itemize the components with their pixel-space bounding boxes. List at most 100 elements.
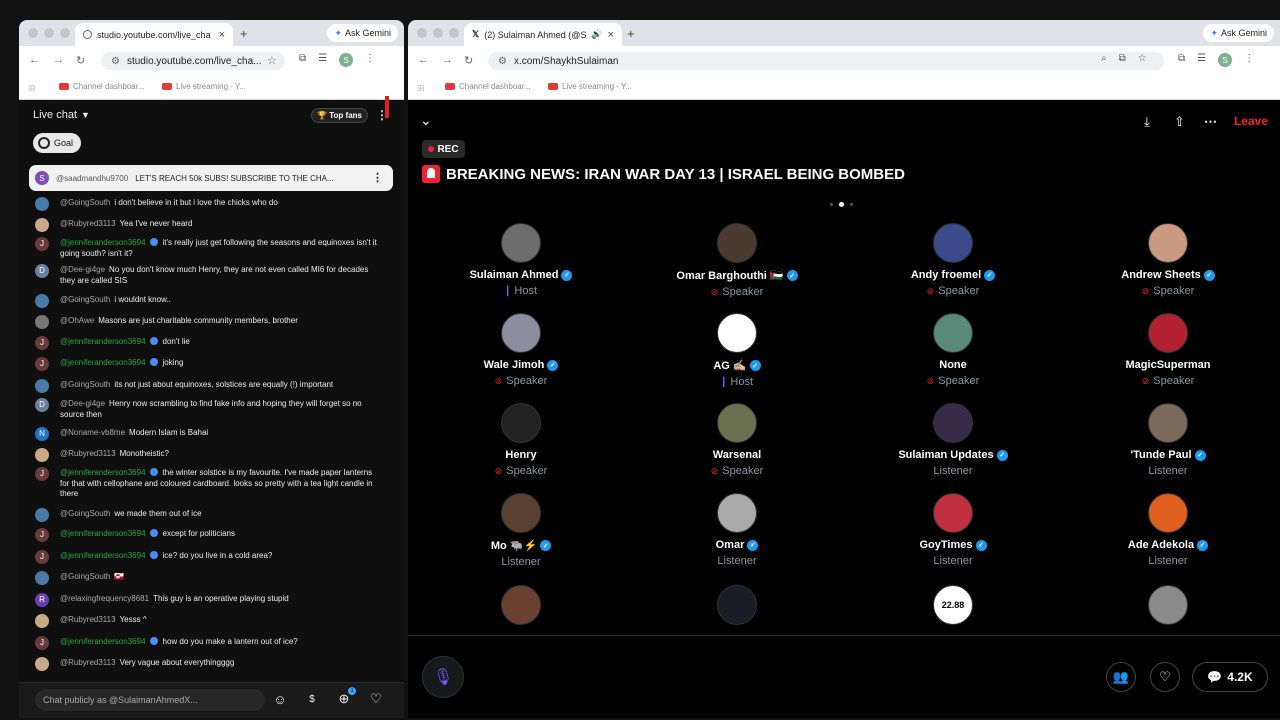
chat-message[interactable]: @Rubyred3113 Very vague about everythingg… bbox=[35, 657, 380, 671]
chat-message[interactable]: @GoingSouth i wouldnt know.. bbox=[35, 294, 380, 308]
install-icon[interactable]: ⧉ bbox=[1119, 53, 1126, 64]
participant[interactable]: Wale Jimoh ✓ ⊘ Speaker bbox=[421, 313, 621, 387]
pinned-menu-icon[interactable]: ⋮ bbox=[372, 171, 383, 184]
chat-mode-selector[interactable]: Live chat ▼ bbox=[33, 109, 90, 121]
chat-author[interactable]: @GoingSouth bbox=[60, 198, 110, 207]
chat-message[interactable]: @GoingSouth i don't believe in it but i l… bbox=[35, 197, 380, 211]
avatar[interactable] bbox=[1148, 585, 1188, 625]
more-options-icon[interactable]: ⋯ bbox=[1204, 114, 1217, 130]
reading-list-icon[interactable]: ☰ bbox=[318, 53, 327, 67]
emoji-icon[interactable]: ☺ bbox=[272, 691, 288, 707]
participant[interactable]: Warsenal ⊘ Speaker bbox=[637, 403, 837, 477]
participant[interactable]: Sulaiman Updates ✓ Listener bbox=[853, 403, 1053, 477]
chat-message[interactable]: @Rubyred3113 Yea I've never heard bbox=[35, 218, 380, 232]
chat-author[interactable]: @jenniferanderson3694 bbox=[60, 358, 146, 367]
chat-message[interactable]: @GoingSouth its not just about equinoxes,… bbox=[35, 379, 380, 393]
zoom-icon[interactable]: ⌕ bbox=[1101, 53, 1107, 64]
heart-icon[interactable]: ♡ bbox=[368, 691, 384, 707]
bookmark-live-streaming[interactable]: Live streaming - Y... bbox=[162, 82, 246, 91]
chat-message[interactable]: N @Noname-vb8me Modern Islam is Bahai bbox=[35, 427, 380, 441]
chat-author[interactable]: @jenniferanderson3694 bbox=[60, 337, 146, 346]
new-tab-icon[interactable]: + bbox=[240, 26, 248, 41]
chat-author[interactable]: @relaxingfrequency8681 bbox=[60, 594, 149, 603]
chat-message[interactable]: @GoingSouth 🇬🇱 bbox=[35, 571, 380, 585]
leave-button[interactable]: Leave bbox=[1234, 114, 1268, 128]
minimize-space-icon[interactable]: ⌄ bbox=[420, 112, 432, 129]
chat-input[interactable]: Chat publicly as @SulaimanAhmedX... bbox=[35, 689, 265, 711]
participant[interactable]: None ⊘ Speaker bbox=[853, 313, 1053, 387]
chat-author[interactable]: @GoingSouth bbox=[60, 509, 110, 518]
avatar[interactable]: 22.88 bbox=[933, 585, 973, 625]
menu-icon[interactable]: ⋮ bbox=[1244, 53, 1254, 67]
chat-author[interactable]: @jenniferanderson3694 bbox=[60, 551, 146, 560]
bookmark-channel-dashboard[interactable]: Channel dashboar... bbox=[59, 82, 145, 91]
cast-icon[interactable]: ⧉ bbox=[299, 53, 306, 67]
chat-author[interactable]: @Rubyred3113 bbox=[60, 658, 116, 667]
apps-icon[interactable]: ⊞ bbox=[417, 83, 425, 94]
chat-author[interactable]: @OhAwe bbox=[60, 316, 94, 325]
chat-message[interactable]: J @jenniferanderson3694 how do you make a … bbox=[35, 636, 380, 650]
back-icon[interactable]: ← bbox=[29, 54, 40, 66]
top-fans-button[interactable]: 🏆 Top fans bbox=[311, 108, 368, 123]
chat-message[interactable]: J @jenniferanderson3694 joking bbox=[35, 357, 380, 371]
close-tab-icon[interactable]: × bbox=[608, 29, 614, 41]
people-button[interactable]: 👥 bbox=[1106, 662, 1136, 692]
participant[interactable]: MagicSuperman ⊘ Speaker bbox=[1068, 313, 1268, 387]
window-controls[interactable] bbox=[28, 28, 70, 38]
avatar[interactable] bbox=[717, 585, 757, 625]
chat-author[interactable]: @jenniferanderson3694 bbox=[60, 468, 146, 477]
chat-message[interactable]: J @jenniferanderson3694 ice? do you live i… bbox=[35, 550, 380, 564]
chat-message[interactable]: @Rubyred3113 Monotheistic? bbox=[35, 448, 380, 462]
chat-message[interactable]: J @jenniferanderson3694 it's really just g… bbox=[35, 237, 380, 259]
reload-icon[interactable]: ↻ bbox=[76, 54, 85, 67]
profile-avatar[interactable]: S bbox=[1218, 53, 1233, 67]
forward-icon[interactable]: → bbox=[442, 54, 453, 66]
chat-message[interactable]: J @jenniferanderson3694 except for politic… bbox=[35, 528, 380, 542]
url-field[interactable]: ⚙ x.com/ShaykhSulaiman bbox=[488, 52, 1164, 70]
apps-icon[interactable]: ⊞ bbox=[28, 83, 36, 94]
reading-list-icon[interactable]: ☰ bbox=[1197, 53, 1206, 67]
participant[interactable]: GoyTimes ✓ Listener bbox=[853, 493, 1053, 567]
chat-message[interactable]: @OhAwe Masons are just charitable communi… bbox=[35, 315, 380, 329]
chat-message[interactable]: @Rubyred3113 Yesss ^ bbox=[35, 614, 380, 628]
goal-button[interactable]: Goal bbox=[33, 133, 82, 153]
chat-author[interactable]: @jenniferanderson3694 bbox=[60, 529, 146, 538]
mic-button[interactable]: 🎙 bbox=[422, 656, 464, 698]
chat-message[interactable]: D @Dee-gi4ge Henry now scrambling to find … bbox=[35, 398, 380, 420]
participant[interactable]: 'Tunde Paul ✓ Listener bbox=[1068, 403, 1268, 477]
chat-author[interactable]: @Rubyred3113 bbox=[60, 219, 116, 228]
url-field[interactable]: ⚙ studio.youtube.com/live_cha... bbox=[101, 52, 285, 70]
participant[interactable]: Omar Barghouthi 🇵🇸 ✓ ⊘ Speaker bbox=[637, 223, 837, 298]
bookmark-star-icon[interactable]: ☆ bbox=[1138, 53, 1147, 64]
bookmark-star-icon[interactable]: ☆ bbox=[267, 54, 277, 67]
participant[interactable]: Andy froemel ✓ ⊘ Speaker bbox=[853, 223, 1053, 297]
participant[interactable]: Omar ✓ Listener bbox=[637, 493, 837, 567]
speaker-icon[interactable]: 🔊 bbox=[591, 29, 602, 40]
profile-avatar[interactable]: S bbox=[339, 53, 354, 67]
cast-icon[interactable]: ⧉ bbox=[1178, 53, 1185, 67]
dock-icon[interactable]: ⤓ bbox=[1144, 114, 1150, 130]
chat-author[interactable]: @jenniferanderson3694 bbox=[60, 637, 146, 646]
chat-author[interactable]: @jenniferanderson3694 bbox=[60, 238, 146, 247]
window-controls[interactable] bbox=[417, 28, 459, 38]
chat-author[interactable]: @Rubyred3113 bbox=[60, 615, 116, 624]
gift-icon[interactable]: ⊕ 1 bbox=[336, 687, 356, 707]
participant[interactable]: AG ✍🏼 ✓ ┃ Host bbox=[637, 313, 837, 388]
chat-message[interactable]: D @Dee-gi4ge No you don't know much Henry,… bbox=[35, 264, 380, 286]
site-info-icon[interactable]: ⚙ bbox=[498, 56, 507, 67]
chat-author[interactable]: @Noname-vb8me bbox=[60, 428, 125, 437]
participant[interactable]: Mo 🐃⚡ ✓ Listener bbox=[421, 493, 621, 568]
forward-icon[interactable]: → bbox=[53, 54, 64, 66]
reload-icon[interactable]: ↻ bbox=[464, 54, 473, 67]
ask-gemini-button[interactable]: ✦ Ask Gemini bbox=[1203, 24, 1274, 42]
participant[interactable]: Andrew Sheets ✓ ⊘ Speaker bbox=[1068, 223, 1268, 297]
ask-gemini-button[interactable]: ✦ Ask Gemini bbox=[327, 24, 398, 42]
bookmark-live-streaming[interactable]: Live streaming - Y... bbox=[548, 82, 632, 91]
share-icon[interactable]: ⇧ bbox=[1174, 114, 1185, 130]
new-tab-icon[interactable]: + bbox=[627, 26, 635, 41]
menu-icon[interactable]: ⋮ bbox=[365, 53, 375, 67]
chat-message[interactable]: R @relaxingfrequency8681 This guy is an op… bbox=[35, 593, 380, 607]
participant[interactable]: Ade Adekola ✓ Listener bbox=[1068, 493, 1268, 567]
participant[interactable]: Sulaiman Ahmed ✓ ┃ Host bbox=[421, 223, 621, 297]
pinned-message[interactable]: S @saadmandhu9700 LET'S REACH 50k SUBS! … bbox=[29, 165, 393, 191]
